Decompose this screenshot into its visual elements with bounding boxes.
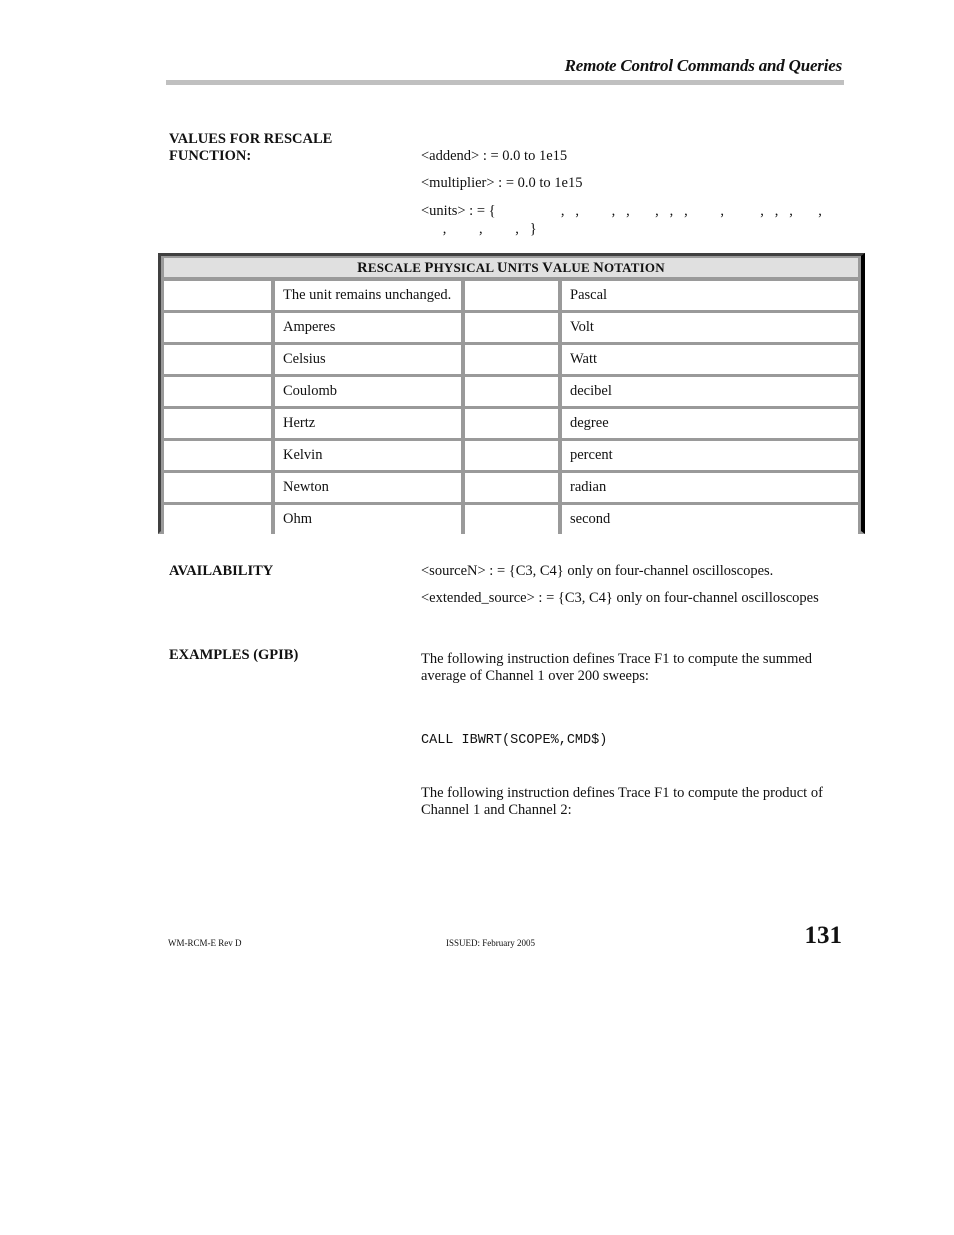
units-list-line1: <units> : = { , , , , , , , , , , , , [421,203,822,219]
table-cell-name-right: decibel [562,377,858,406]
table-cell-code-right [465,345,558,374]
table-body: The unit remains unchanged. Pascal Amperes… [164,281,858,534]
table-cell-name-left: The unit remains unchanged. [275,281,461,310]
table-cell-code-right [465,409,558,438]
rescale-values-label: VALUES FOR RESCALE FUNCTION: [169,131,399,165]
footer-doc-id: WM-RCM-E Rev D [168,938,242,948]
table-cell-code-left [164,281,271,310]
table-cell-name-right: radian [562,473,858,502]
availability-extended-source: <extended_source> : = {C3, C4} only on f… [421,590,819,606]
table-cell-name-left: Newton [275,473,461,502]
table-cell-name-right: Pascal [562,281,858,310]
header-rule [166,80,844,85]
table-cell-code-left [164,441,271,470]
table-cell-code-left [164,345,271,374]
table-cell-code-left [164,313,271,342]
table-cell-name-left: Ohm [275,505,461,534]
table-cell-code-left [164,505,271,534]
table-cell-code-right [465,505,558,534]
examples-label: EXAMPLES (GPIB) [169,647,299,663]
table-cell-code-right [465,441,558,470]
availability-label: AVAILABILITY [169,563,274,579]
rescale-values-label-line2: FUNCTION: [169,148,252,164]
table-cell-code-right [465,377,558,406]
table-cell-name-left: Celsius [275,345,461,374]
rescale-units-table: RESCALE PHYSICAL UNITS VALUE NOTATION Th… [158,253,865,534]
table-cell-name-left: Coulomb [275,377,461,406]
table-cell-name-right: Volt [562,313,858,342]
table-cell-name-right: Watt [562,345,858,374]
page-header-title: Remote Control Commands and Queries [564,56,843,75]
availability-sourceN: <sourceN> : = {C3, C4} only on four-chan… [421,563,774,579]
table-cell-name-left: Hertz [275,409,461,438]
table-cell-name-right: degree [562,409,858,438]
table-cell-code-left [164,409,271,438]
footer-issued-date: ISSUED: February 2005 [446,938,535,948]
table-cell-name-right: percent [562,441,858,470]
table-cell-name-left: Amperes [275,313,461,342]
table-cell-code-left [164,473,271,502]
table-title: RESCALE PHYSICAL UNITS VALUE NOTATION [164,258,858,277]
units-list-line2: , , , } [421,221,537,237]
page-number: 131 [804,922,843,949]
table-cell-code-left [164,377,271,406]
table-cell-name-right: second [562,505,858,534]
example1-description: The following instruction defines Trace … [421,651,813,684]
table-cell-code-right [465,281,558,310]
multiplier-range: <multiplier> : = 0.0 to 1e15 [421,175,583,191]
table-cell-name-left: Kelvin [275,441,461,470]
example-code: CALL IBWRT(SCOPE%,CMD$) [421,733,608,748]
table-cell-code-right [465,313,558,342]
rescale-values-label-line1: VALUES FOR RESCALE [169,131,333,147]
addend-range: <addend> : = 0.0 to 1e15 [421,148,568,164]
example2-description: The following instruction defines Trace … [421,785,823,818]
table-cell-code-right [465,473,558,502]
